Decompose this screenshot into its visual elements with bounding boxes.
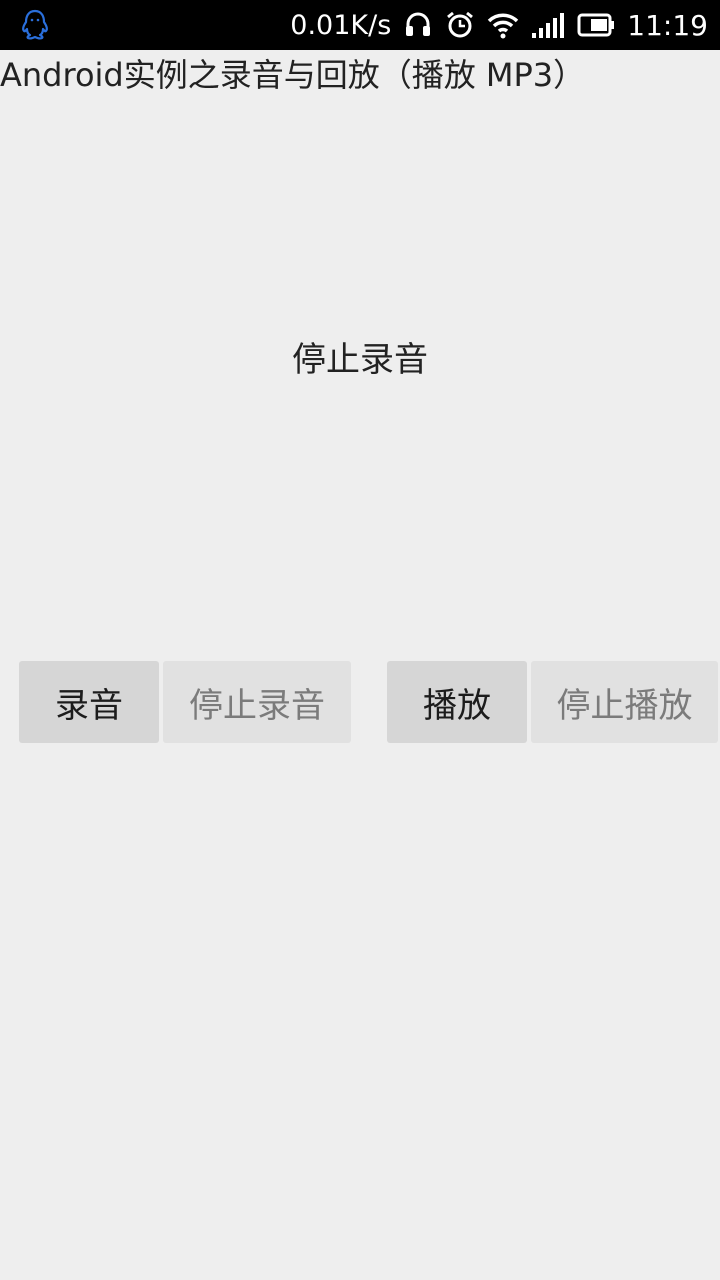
status-message: 停止录音 bbox=[292, 340, 428, 380]
stop-record-button[interactable]: 停止录音 bbox=[163, 661, 351, 743]
stop-play-button[interactable]: 停止播放 bbox=[531, 661, 718, 743]
status-indicators: 0.01K/s 11:19 bbox=[290, 0, 720, 50]
alarm-icon bbox=[447, 11, 474, 38]
clock: 11:19 bbox=[627, 8, 708, 42]
status-bar: 0.01K/s 11:19 bbox=[0, 0, 720, 50]
headphones-icon bbox=[406, 12, 431, 36]
page-title: Android实例之录音与回放（播放 MP3） bbox=[0, 56, 586, 94]
battery-icon bbox=[577, 13, 615, 37]
signal-icon bbox=[532, 13, 565, 38]
record-button[interactable]: 录音 bbox=[19, 661, 159, 743]
play-button[interactable]: 播放 bbox=[387, 661, 527, 743]
wifi-icon bbox=[488, 13, 519, 39]
network-speed: 0.01K/s bbox=[290, 9, 392, 41]
qq-icon bbox=[22, 9, 48, 40]
